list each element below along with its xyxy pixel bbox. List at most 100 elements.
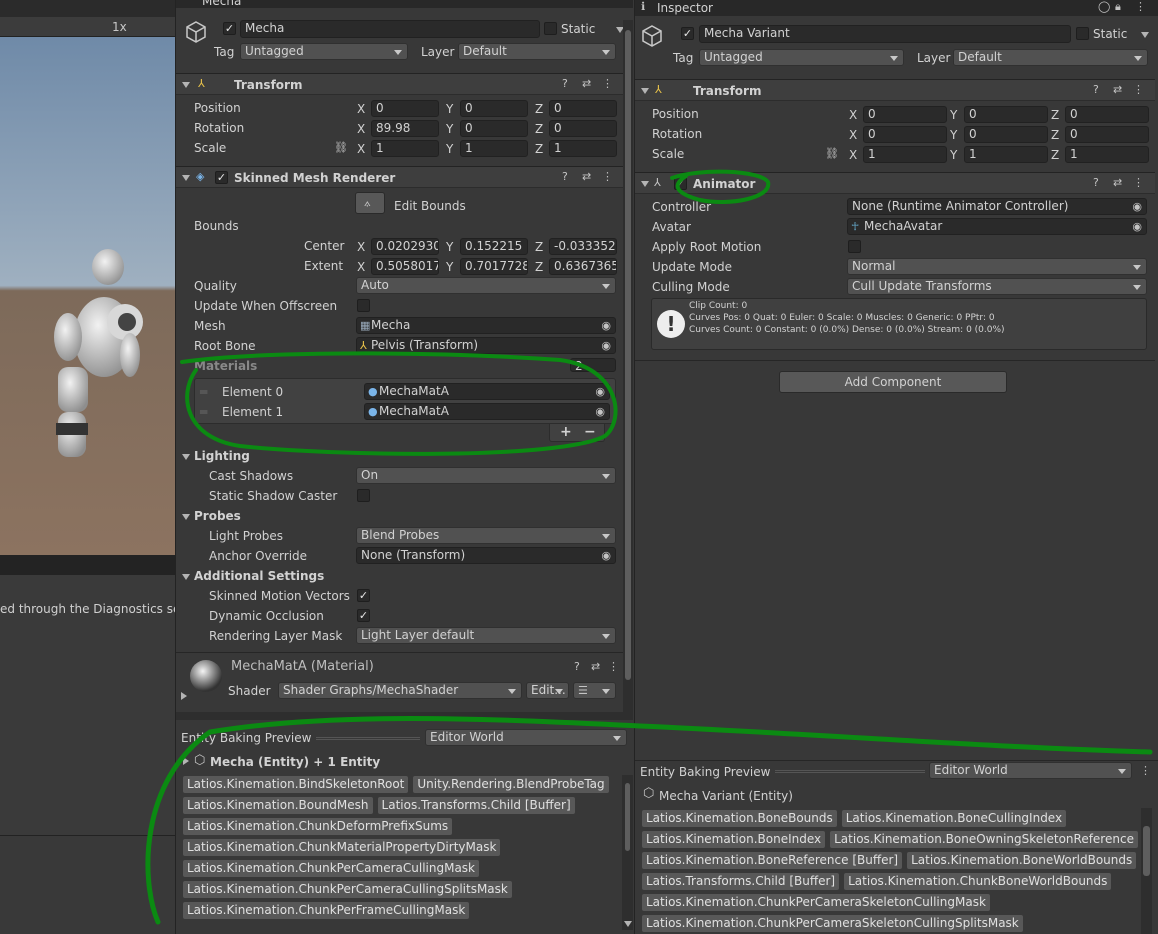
animator-enabled-checkbox[interactable]: ✓ <box>674 177 687 190</box>
extent-y-field[interactable]: 0.7017728 <box>460 258 528 275</box>
kebab-menu-icon[interactable]: ⋮ <box>602 78 613 90</box>
kebab-menu-icon[interactable]: ⋮ <box>602 171 613 183</box>
skinned-motion-checkbox[interactable]: ✓ <box>357 589 370 602</box>
fold-icon[interactable] <box>641 181 649 187</box>
scrollbar-thumb[interactable] <box>625 30 631 680</box>
extent-x-field[interactable]: 0.5058017 <box>371 258 439 275</box>
preset-icon[interactable]: ⇄ <box>582 171 591 183</box>
smr-header[interactable]: ◈ ✓ Skinned Mesh Renderer ? ⇄ ⋮ <box>176 166 623 188</box>
component-tag[interactable]: Latios.Transforms.Child [Buffer] <box>377 797 575 814</box>
component-tag[interactable]: Latios.Transforms.Child [Buffer] <box>642 873 840 890</box>
add-component-button[interactable]: Add Component <box>779 371 1007 393</box>
fold-icon[interactable] <box>641 88 649 94</box>
debug-toggle-icon[interactable]: ◯ <box>1098 1 1110 13</box>
object-picker-icon[interactable]: ◉ <box>1132 221 1142 233</box>
kebab-menu-icon[interactable]: ⋮ <box>1133 84 1144 96</box>
probes-fold-icon[interactable] <box>182 514 190 520</box>
shader-dropdown[interactable]: Shader Graphs/MechaShader <box>278 682 522 699</box>
tab-title[interactable]: Mecha <box>202 0 241 8</box>
edit-bounds-button[interactable]: ⟑ <box>355 192 385 214</box>
scrollbar-thumb[interactable] <box>1143 826 1150 876</box>
apply-root-motion-checkbox[interactable] <box>848 240 861 253</box>
static-shadow-checkbox[interactable] <box>357 489 370 502</box>
fold-icon[interactable] <box>182 82 190 88</box>
static-checkbox[interactable] <box>544 22 557 35</box>
entity-label[interactable]: Mecha (Entity) + 1 Entity <box>210 755 380 769</box>
fold-icon[interactable] <box>182 175 190 181</box>
component-tag[interactable]: Latios.Kinemation.BoneIndex <box>642 831 826 848</box>
smr-enabled-checkbox[interactable]: ✓ <box>215 171 228 184</box>
materials-label[interactable]: Materials <box>194 359 257 373</box>
help-icon[interactable]: ? <box>574 661 580 673</box>
component-tag[interactable]: Latios.Kinemation.BoneBounds <box>642 810 837 827</box>
probes-label[interactable]: Probes <box>194 509 241 523</box>
tag-dropdown[interactable]: Untagged <box>240 43 408 60</box>
position-y-field[interactable]: 0 <box>460 100 528 117</box>
entity-label[interactable]: Mecha Variant (Entity) <box>659 789 793 803</box>
shader-options-button[interactable]: ☰ <box>573 682 616 699</box>
anchor-override-field[interactable]: None (Transform) ◉ <box>356 547 616 564</box>
static-dropdown-icon[interactable] <box>1141 32 1149 38</box>
rotation-y-field[interactable]: 0 <box>964 126 1048 143</box>
rendering-layer-dropdown[interactable]: Light Layer default <box>356 627 616 644</box>
object-picker-icon[interactable]: ◉ <box>595 406 605 418</box>
active-checkbox[interactable]: ✓ <box>223 22 236 35</box>
help-icon[interactable]: ? <box>562 78 568 90</box>
object-picker-icon[interactable]: ◉ <box>595 386 605 398</box>
lighting-fold-icon[interactable] <box>182 454 190 460</box>
scale-y-field[interactable]: 1 <box>964 146 1048 163</box>
console-message[interactable]: ed through the Diagnostics sec <box>0 602 187 616</box>
quality-dropdown[interactable]: Auto <box>356 277 616 294</box>
position-z-field[interactable]: 0 <box>1065 106 1149 123</box>
splitter[interactable] <box>176 712 623 720</box>
position-x-field[interactable]: 0 <box>371 100 439 117</box>
component-tag[interactable]: Latios.Kinemation.ChunkMaterialPropertyD… <box>183 839 501 856</box>
lighting-label[interactable]: Lighting <box>194 449 250 463</box>
component-tag[interactable]: Latios.Kinemation.ChunkPerCameraSkeleton… <box>642 915 1023 932</box>
light-probes-dropdown[interactable]: Blend Probes <box>356 527 616 544</box>
help-icon[interactable]: ? <box>1093 84 1099 96</box>
inspector-scrollbar[interactable] <box>623 20 633 720</box>
help-icon[interactable]: ? <box>1093 177 1099 189</box>
preset-icon[interactable]: ⇄ <box>1113 84 1122 96</box>
preset-icon[interactable]: ⇄ <box>591 661 600 673</box>
scale-link-icon[interactable]: ⛓ <box>825 148 839 160</box>
center-z-field[interactable]: -0.033352 <box>549 238 617 255</box>
drag-handle[interactable] <box>775 770 925 773</box>
scale-y-field[interactable]: 1 <box>460 140 528 157</box>
component-tag[interactable]: Latios.Kinemation.BoneCullingIndex <box>841 810 1067 827</box>
drag-handle-icon[interactable]: ═ <box>200 405 207 419</box>
component-tag[interactable]: Latios.Kinemation.BoneWorldBounds <box>907 852 1137 869</box>
scale-x-field[interactable]: 1 <box>863 146 947 163</box>
component-tag[interactable]: Latios.Kinemation.ChunkBoneWorldBounds <box>844 873 1112 890</box>
preset-icon[interactable]: ⇄ <box>1113 177 1122 189</box>
material-element-field[interactable]: ● MechaMatA ◉ <box>364 383 610 400</box>
rotation-y-field[interactable]: 0 <box>460 120 528 137</box>
component-tag[interactable]: Latios.Kinemation.BoneReference [Buffer] <box>642 852 903 869</box>
scrollbar-thumb[interactable] <box>625 783 630 851</box>
active-checkbox[interactable]: ✓ <box>681 27 694 40</box>
rotation-z-field[interactable]: 0 <box>1065 126 1149 143</box>
animator-header[interactable]: ⅄ ✓ Animator ? ⇄ ⋮ <box>635 172 1155 194</box>
center-y-field[interactable]: 0.152215 <box>460 238 528 255</box>
update-offscreen-checkbox[interactable] <box>357 299 370 312</box>
layer-dropdown[interactable]: Default <box>953 49 1148 66</box>
component-tag[interactable]: Latios.Kinemation.ChunkPerCameraCullingM… <box>183 860 479 877</box>
extent-z-field[interactable]: 0.6367365 <box>549 258 617 275</box>
scroll-down-icon[interactable] <box>624 921 632 927</box>
layer-dropdown[interactable]: Default <box>458 43 616 60</box>
component-tag[interactable]: Latios.Kinemation.ChunkDeformPrefixSums <box>183 818 453 835</box>
scale-x-field[interactable]: 1 <box>371 140 439 157</box>
culling-mode-dropdown[interactable]: Cull Update Transforms <box>847 278 1147 295</box>
baking-scrollbar[interactable] <box>1141 808 1152 934</box>
drag-handle-icon[interactable]: ═ <box>200 385 207 399</box>
update-mode-dropdown[interactable]: Normal <box>847 258 1147 275</box>
baking-scrollbar[interactable] <box>622 775 633 930</box>
position-x-field[interactable]: 0 <box>863 106 947 123</box>
object-picker-icon[interactable]: ◉ <box>601 320 611 332</box>
component-tag[interactable]: Unity.Rendering.BlendProbeTag <box>413 776 609 793</box>
component-tag[interactable]: Latios.Kinemation.ChunkPerCameraSkeleton… <box>642 894 990 911</box>
transform-header[interactable]: ⅄ Transform ? ⇄ ⋮ <box>176 73 623 95</box>
position-y-field[interactable]: 0 <box>964 106 1048 123</box>
shader-edit-button[interactable]: Edit... <box>526 682 569 699</box>
